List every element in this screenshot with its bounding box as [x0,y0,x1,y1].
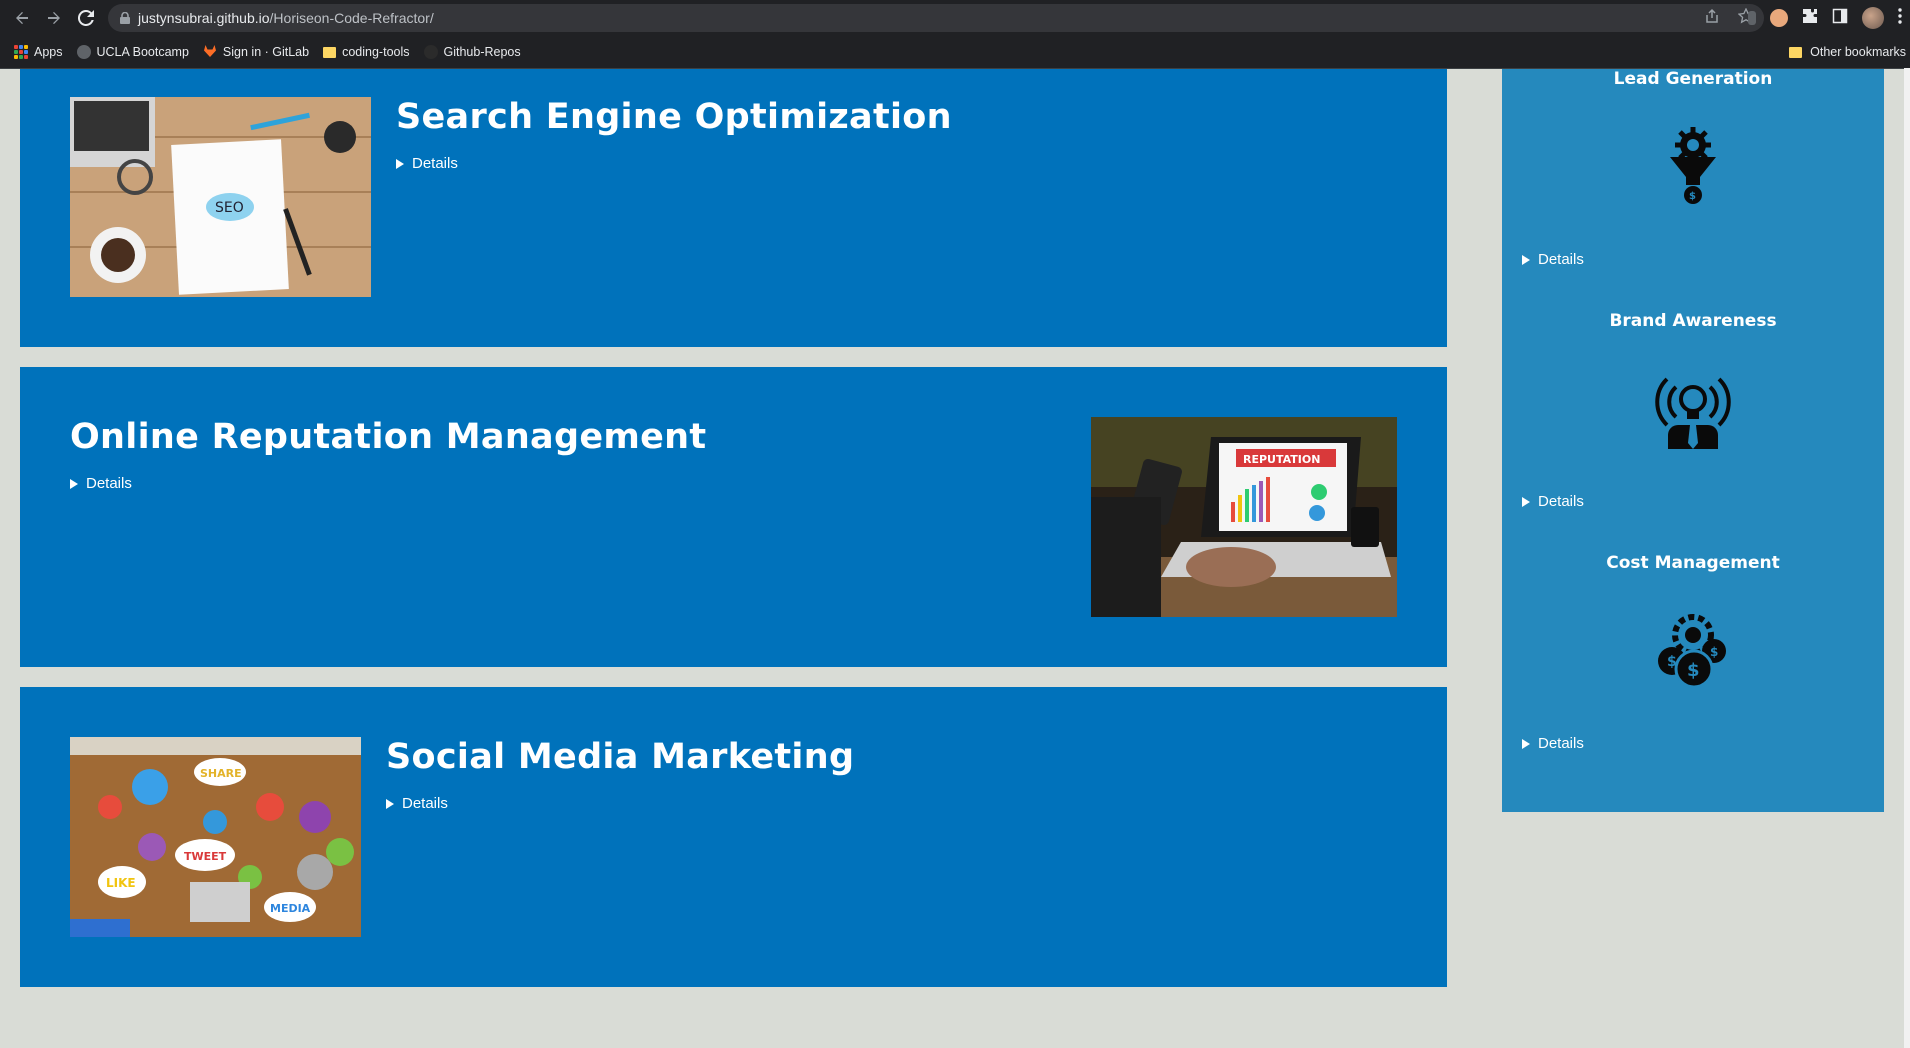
reload-button[interactable] [70,2,102,34]
bookmark-apps[interactable]: Apps [14,45,63,59]
details-label: Details [1538,251,1584,268]
bookmark-label: UCLA Bootcamp [96,45,189,59]
svg-text:LIKE: LIKE [106,876,136,890]
svg-text:SEO: SEO [215,200,244,216]
service-title: Search Engine Optimization [396,97,952,137]
service-card-social-media: SHARE TWEET LIKE MEDIA Social Media Mark… [20,687,1447,987]
brand-awareness-lightbulb-icon [1654,369,1732,449]
bookmark-label: coding-tools [342,45,410,59]
benefit-brand-awareness: Brand Awareness Details [1502,311,1884,553]
social-media-image: SHARE TWEET LIKE MEDIA [70,737,361,937]
bookmark-label: Github-Repos [443,45,521,59]
reload-icon [78,10,94,26]
bookmark-gitlab[interactable]: Sign in · GitLab [203,44,309,61]
other-bookmarks-label: Other bookmarks [1810,45,1906,59]
svg-text:TWEET: TWEET [184,850,227,863]
other-bookmarks[interactable]: Other bookmarks [1789,45,1906,59]
service-title: Social Media Marketing [386,737,855,777]
page-viewport: SEO Search Engine Optimization Details O… [0,69,1910,1048]
details-label: Details [1538,493,1584,510]
globe-icon [76,45,91,59]
details-label: Details [402,795,448,812]
service-title: Online Reputation Management [70,417,707,457]
address-bar[interactable]: justynsubrai.github.io/Horiseon-Code-Ref… [108,4,1764,32]
benefit-title: Cost Management [1606,553,1780,573]
side-panel-icon[interactable] [1832,8,1848,29]
forward-arrow-icon [48,12,60,24]
share-icon[interactable] [1704,8,1720,28]
bookmark-github-repos[interactable]: Github-Repos [423,45,521,59]
bookmark-ucla-bootcamp[interactable]: UCLA Bootcamp [76,45,189,59]
reputation-text: Online Reputation Management Details [70,417,706,492]
disclosure-triangle-icon [1522,254,1530,265]
menu-kebab-icon[interactable] [1898,7,1902,29]
details-label: Details [1538,735,1584,752]
details-toggle[interactable]: Details [396,155,952,172]
seo-text: Search Engine Optimization Details [396,97,952,172]
forward-button[interactable] [38,2,70,34]
extension-bottle-icon[interactable] [1748,11,1756,25]
seo-image: SEO [70,97,371,297]
profile-avatar[interactable] [1862,7,1884,29]
url-host: justynsubrai.github.io [138,10,270,26]
benefits-sidebar: Lead Generation $ Details Brand Awarenes… [1502,69,1884,812]
details-toggle[interactable]: Details [1522,735,1584,752]
bookmark-coding-tools[interactable]: coding-tools [323,45,410,59]
details-toggle[interactable]: Details [70,475,706,492]
github-icon [423,45,438,59]
disclosure-triangle-icon [386,798,394,809]
apps-grid-icon [14,45,28,59]
disclosure-triangle-icon [1522,496,1530,507]
extension-face-icon[interactable] [1770,9,1788,27]
svg-text:$: $ [1687,660,1700,681]
details-label: Details [412,155,458,172]
lock-icon [120,12,130,24]
benefit-cost-management: Cost Management $ $ $ Details [1502,553,1884,795]
lead-generation-funnel-icon: $ [1654,127,1732,207]
svg-text:SHARE: SHARE [200,767,242,780]
url-text: justynsubrai.github.io/Horiseon-Code-Ref… [138,10,434,26]
svg-text:$: $ [1667,654,1677,670]
bookmarks-bar: Apps UCLA Bootcamp Sign in · GitLab codi… [0,36,1910,69]
back-arrow-icon [16,12,28,24]
svg-text:MEDIA: MEDIA [270,902,311,915]
svg-text:$: $ [1689,191,1696,202]
svg-text:$: $ [1710,645,1718,659]
back-button[interactable] [6,2,38,34]
page-scrollbar[interactable] [1904,68,1910,1048]
bookmark-label: Sign in · GitLab [222,45,310,59]
bookmark-label: Apps [34,45,63,59]
details-label: Details [86,475,132,492]
disclosure-triangle-icon [1522,738,1530,749]
gitlab-icon [203,44,217,61]
disclosure-triangle-icon [396,158,404,169]
cost-management-coins-icon: $ $ $ [1654,611,1732,691]
details-toggle[interactable]: Details [386,795,854,812]
service-card-reputation: Online Reputation Management Details REP… [20,367,1447,667]
folder-icon [323,46,337,58]
details-toggle[interactable]: Details [1522,251,1584,268]
benefit-title: Brand Awareness [1609,311,1777,331]
service-card-seo: SEO Search Engine Optimization Details [20,69,1447,347]
disclosure-triangle-icon [70,478,78,489]
benefit-lead-generation: Lead Generation $ Details [1502,69,1884,311]
extensions-puzzle-icon[interactable] [1802,8,1818,29]
url-path: /Horiseon-Code-Refractor/ [269,10,434,26]
svg-text:REPUTATION: REPUTATION [1243,453,1320,466]
folder-icon [1789,46,1803,58]
details-toggle[interactable]: Details [1522,493,1584,510]
browser-toolbar: justynsubrai.github.io/Horiseon-Code-Ref… [0,0,1910,36]
reputation-image: REPUTATION [1091,417,1397,617]
benefit-title: Lead Generation [1613,69,1773,89]
social-media-text: Social Media Marketing Details [386,737,854,812]
